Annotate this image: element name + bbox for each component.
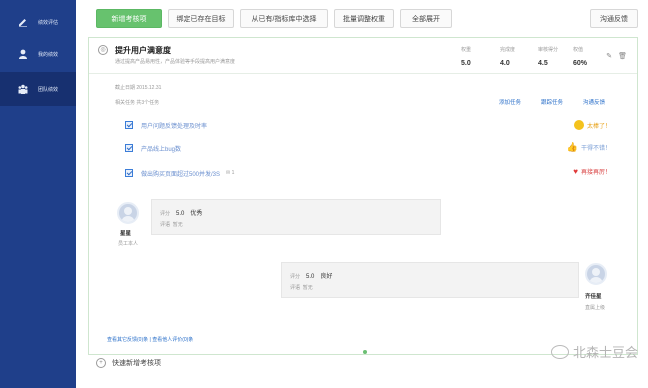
user-role: 直属上级 (585, 305, 606, 311)
score-row: 评分 5.0 优秀 (160, 211, 203, 217)
task-status: 👍 干得不错！ (567, 142, 611, 153)
stat-weight: 权重 5.0 (461, 47, 472, 67)
sidebar-item-team-performance[interactable]: 团队绩效 (0, 72, 76, 106)
team-icon (18, 84, 28, 94)
task-item: 产品线上bug数 (125, 142, 181, 154)
comment-box: 评分 5.0 良好 评语 暂无 (281, 262, 579, 298)
stat-review-score: 审核得分 4.5 (538, 47, 559, 67)
quick-add[interactable]: + 快速新增考核项 (96, 358, 161, 368)
sidebar-item-label: 团队绩效 (38, 86, 59, 93)
collapse-marker[interactable] (363, 350, 367, 354)
user-icon (18, 49, 28, 59)
batch-adjust-weight-button[interactable]: 批量调整权重 (334, 9, 394, 28)
related-tasks-text: 相关任务 共3个任务 (115, 100, 160, 106)
edit-icon[interactable]: ✎ (606, 52, 612, 60)
sidebar-item-label: 绩效评估 (38, 19, 59, 26)
add-assessment-button[interactable]: 新增考核项 (96, 9, 162, 28)
score-row: 评分 5.0 良好 (290, 274, 333, 280)
avatar (117, 202, 139, 224)
assessment-card: ◎ 提升用户满意度 通过提高产品易用性，产品体验等手段提高用户满意度 权重 5.… (88, 37, 638, 355)
task-status-label: 干得不错！ (580, 146, 611, 152)
target-icon: ◎ (98, 45, 108, 55)
plus-icon: + (96, 358, 106, 368)
sidebar: 绩效评估 我的绩效 团队绩效 (0, 0, 76, 388)
footer-links[interactable]: 查看其它反馈(0)条 | 查看他人评价(0)条 (107, 336, 193, 343)
quick-add-label: 快速新增考核项 (112, 360, 161, 367)
remark-row: 评语 暂无 (160, 222, 183, 228)
comment-count: ✉ 1 (226, 170, 235, 176)
watermark: 北森士豆会 (550, 342, 638, 361)
smile-icon (573, 120, 584, 130)
pencil-icon (18, 17, 28, 27)
user-name: 星星 (120, 231, 132, 237)
deadline-text: 截止日期 2015.12.31 (115, 85, 162, 91)
sidebar-item-my-performance[interactable]: 我的绩效 (0, 37, 76, 71)
trash-icon[interactable]: 🗑 (618, 52, 627, 60)
task-item: 做出购买页面超过500并发/3S ✉ 1 (125, 167, 234, 179)
task-label: 产品线上bug数 (141, 146, 182, 153)
watermark-text: 北森士豆会 (572, 345, 638, 360)
select-from-library-button[interactable]: 从已有/指标库中选择 (240, 9, 328, 28)
checkbox[interactable] (125, 144, 133, 152)
remark-row: 评语 暂无 (290, 285, 313, 291)
expand-all-button[interactable]: 全部展开 (400, 9, 452, 28)
avatar (585, 263, 607, 285)
task-item: 用户问题反馈处理及时率 (125, 119, 207, 131)
task-status-label: 再接再厉！ (580, 170, 611, 176)
feedback-button[interactable]: 沟通反馈 (590, 9, 638, 28)
bind-existing-goal-button[interactable]: 绑定已存在目标 (168, 9, 234, 28)
toolbar: 新增考核项 绑定已存在目标 从已有/指标库中选择 批量调整权重 全部展开 沟通反… (86, 9, 640, 29)
comment-box: 评分 5.0 优秀 评语 暂无 (151, 199, 441, 235)
checkbox[interactable] (125, 121, 133, 129)
user-name: 齐佳星 (585, 294, 602, 300)
sidebar-item-evaluation[interactable]: 绩效评估 (0, 5, 76, 39)
task-status: ♥ 再接再厉！ (573, 167, 611, 176)
task-label: 做出购买页面超过500并发/3S (141, 171, 221, 178)
card-subtitle: 通过提高产品易用性，产品体验等手段提高用户满意度 (115, 59, 236, 65)
track-task-link[interactable]: 跟踪任务 (541, 98, 563, 106)
heart-icon: ♥ (573, 167, 578, 176)
sidebar-item-label: 我的绩效 (38, 51, 59, 58)
card-header[interactable]: ◎ 提升用户满意度 通过提高产品易用性，产品体验等手段提高用户满意度 权重 5.… (89, 38, 637, 74)
checkbox[interactable] (125, 169, 133, 177)
card-actions: ✎ 🗑 (606, 52, 627, 60)
task-status-label: 太棒了！ (586, 123, 611, 130)
task-status: 太棒了！ (573, 120, 611, 130)
card-title: 提升用户满意度 (115, 46, 171, 55)
add-task-link[interactable]: 添加任务 (499, 98, 521, 106)
thumbs-up-icon: 👍 (566, 142, 578, 152)
task-label: 用户问题反馈处理及时率 (141, 123, 208, 130)
stat-completion: 完成度 4.0 (500, 47, 516, 67)
feedback-link[interactable]: 沟通反馈 (583, 98, 605, 106)
wechat-icon (550, 344, 569, 359)
user-role: 员工本人 (118, 241, 139, 247)
